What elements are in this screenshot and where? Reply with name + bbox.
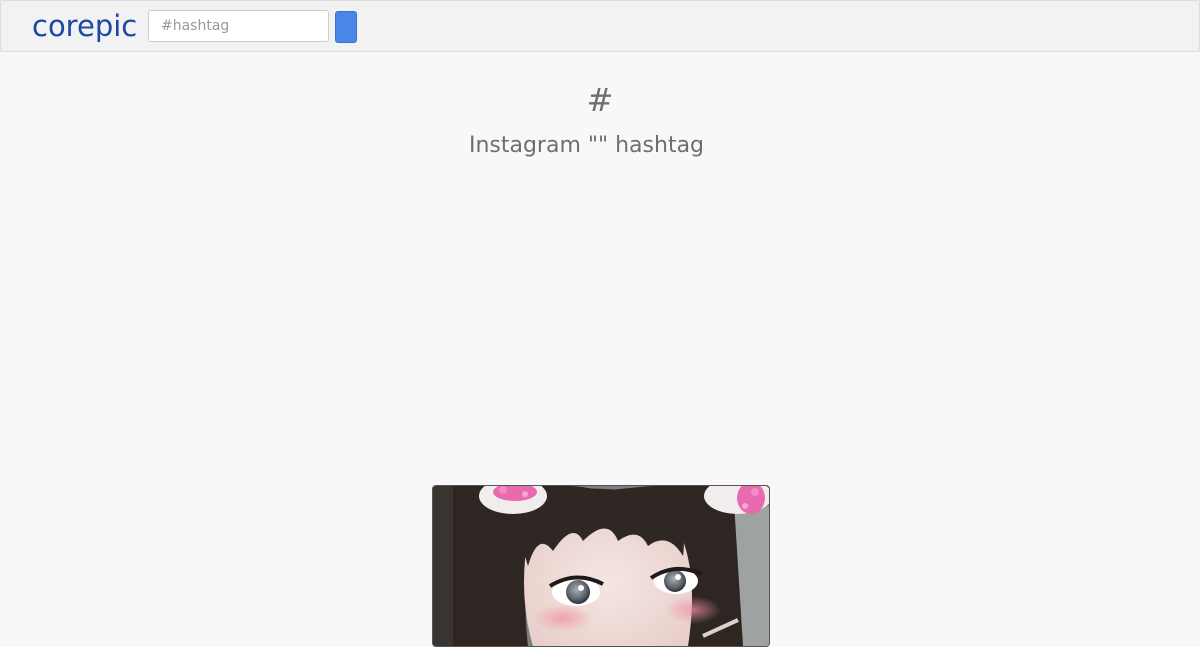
photo-image (433, 486, 769, 646)
brand-logo[interactable]: corepic (32, 9, 137, 43)
search-button[interactable] (335, 11, 357, 43)
page-subtitle: Instagram "" hashtag (468, 133, 705, 158)
page-title: # (586, 81, 614, 119)
photo-card[interactable] (432, 485, 770, 647)
search-input[interactable] (148, 10, 329, 42)
navbar: corepic (0, 0, 1200, 52)
